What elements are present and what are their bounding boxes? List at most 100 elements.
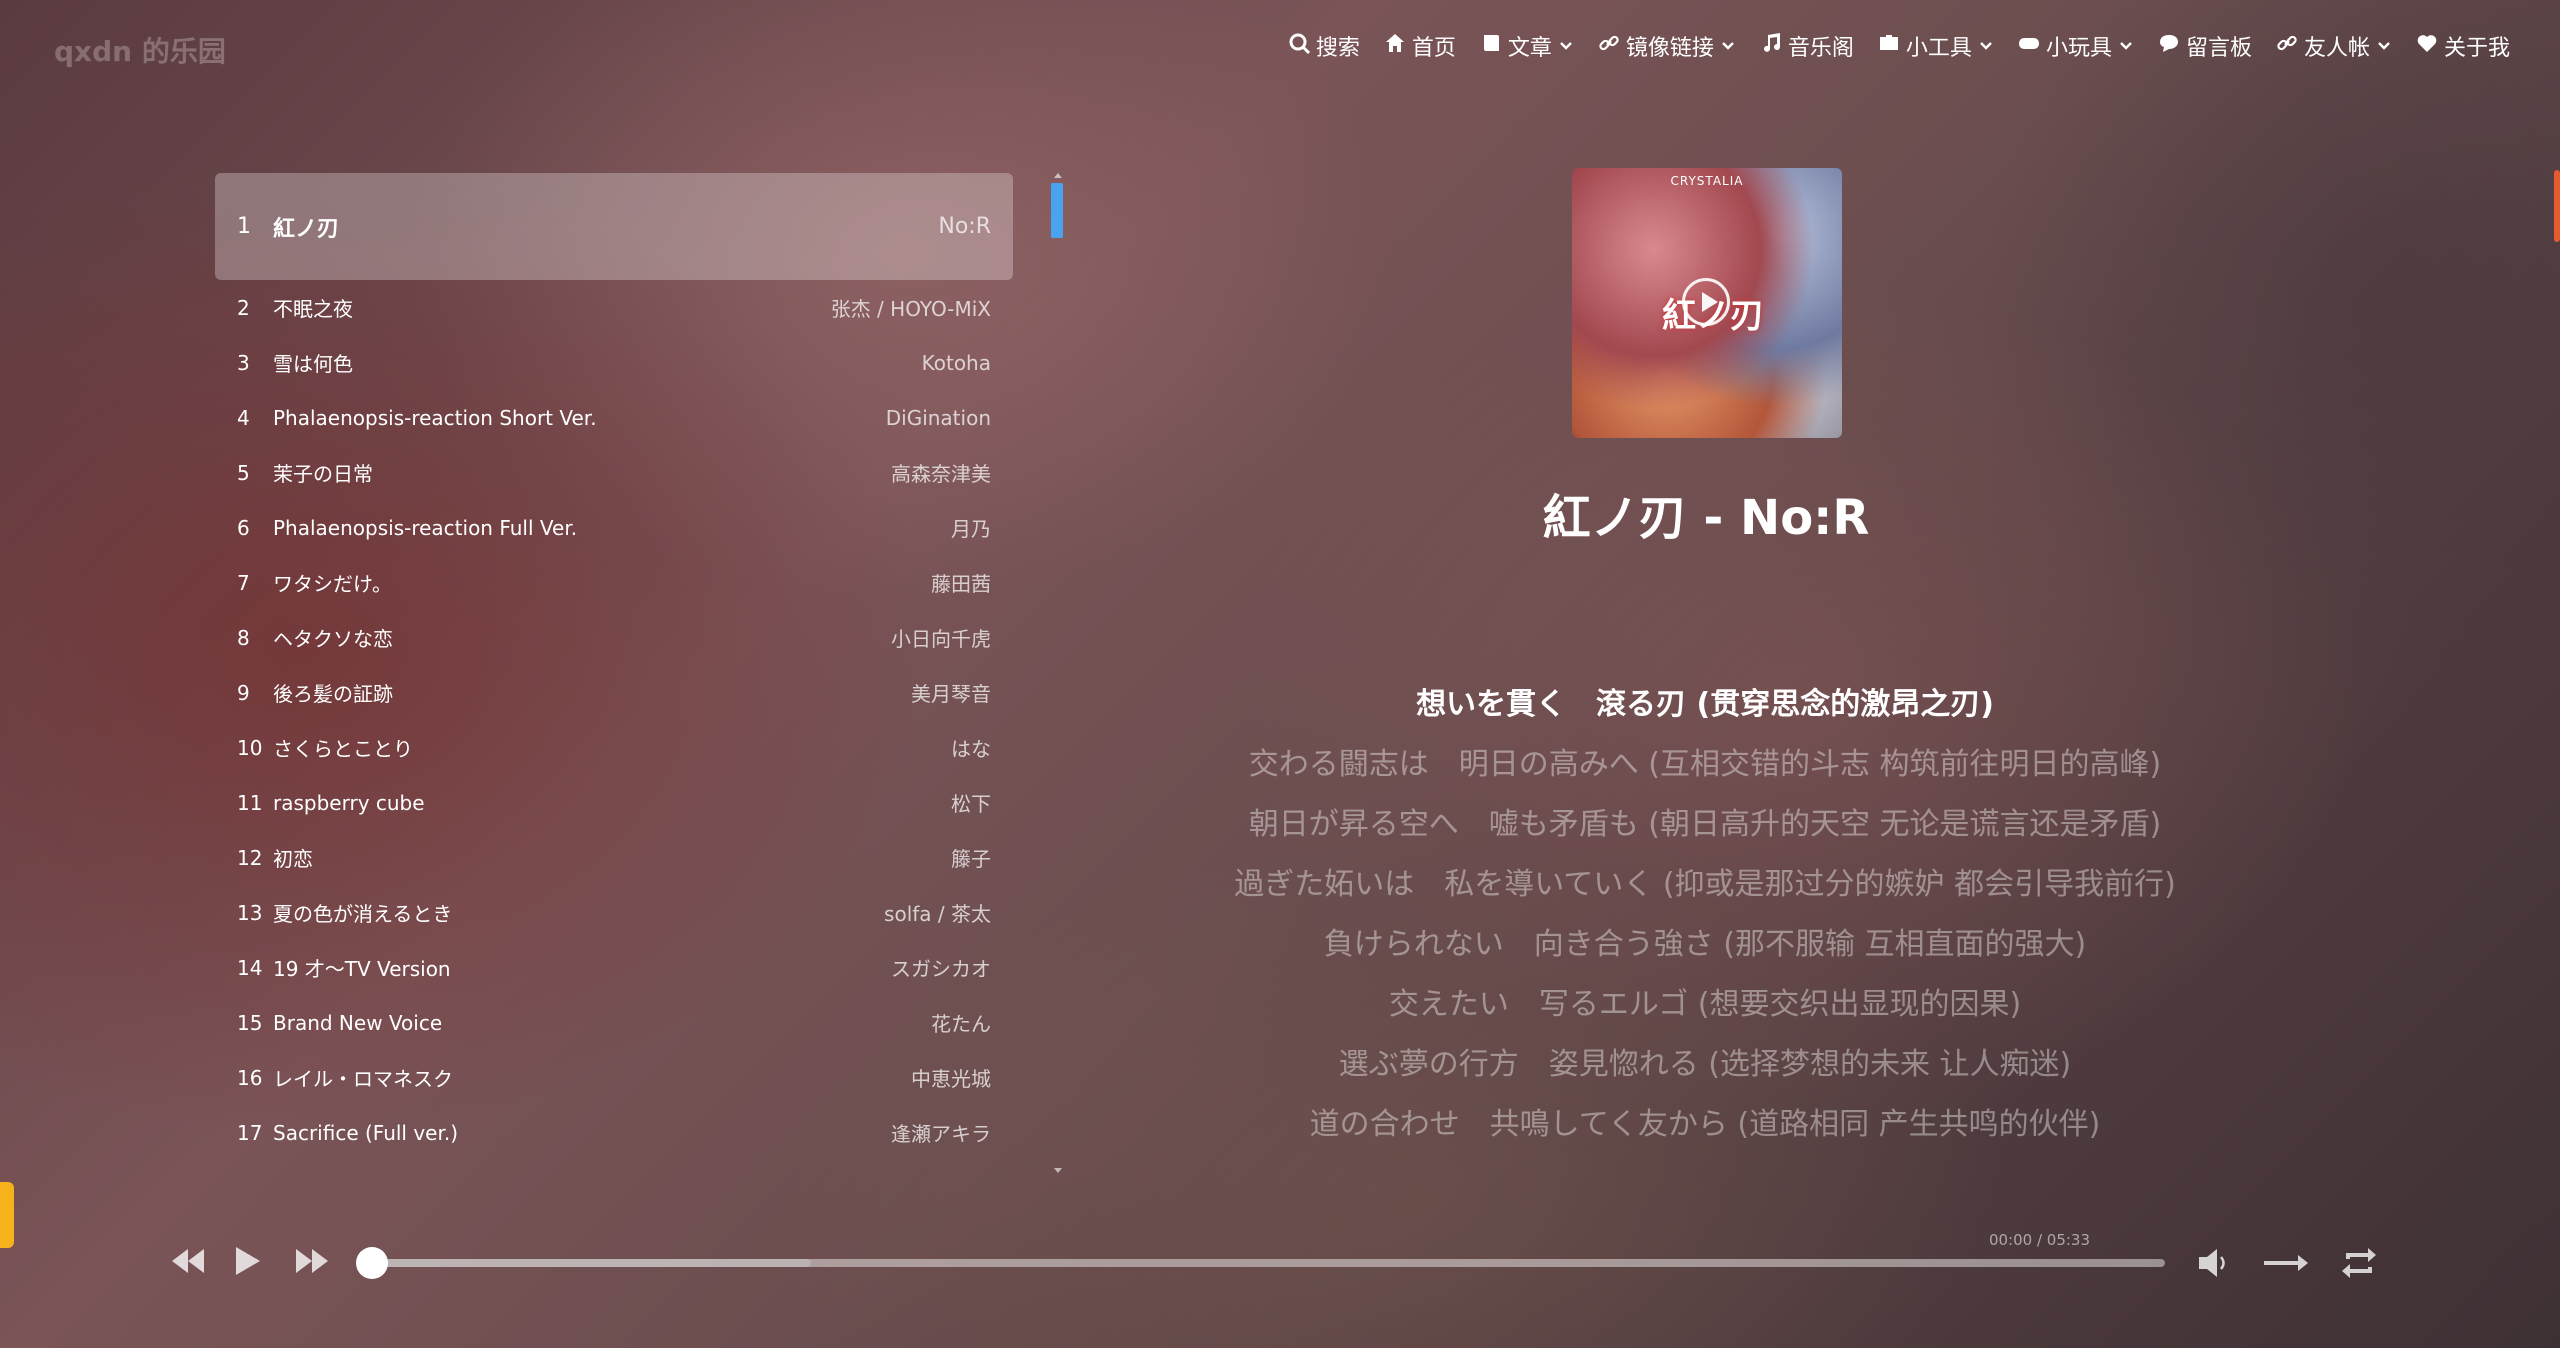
previous-button[interactable] [170,1245,206,1281]
track-artist: 藤田茜 [931,572,991,596]
track-artist: solfa / 茶太 [884,902,991,926]
track-index: 16 [237,1065,263,1090]
track-index: 11 [237,790,263,815]
track-title: 茉子の日常 [273,462,373,486]
nav-item[interactable]: 音乐阁 [1760,30,1854,62]
playlist-row[interactable]: 3 雪は何色 Kotoha [215,335,1013,390]
nav-item-label: 文章 [1507,36,1552,61]
track-title: 初恋 [273,847,313,871]
nav-item[interactable]: 友人帐 [2276,30,2392,62]
chevron-down-icon [1978,34,1994,59]
track-artist: はな [951,737,991,761]
track-index: 15 [237,1010,263,1035]
track-index: 5 [237,460,250,485]
track-index: 17 [237,1120,263,1145]
track-title: 雪は何色 [273,352,353,376]
track-artist: 小日向千虎 [891,627,991,651]
link-icon [2276,32,2298,60]
track-title: Sacrifice (Full ver.) [273,1120,459,1145]
play-order-button[interactable] [2262,1245,2310,1285]
current-lyric-line: 想いを貫く 滾る刃 (贯穿思念的激昂之刃) [1416,687,1994,722]
lyric-line: 過ぎた妬いは 私を導いていく (抑或是那过分的嫉妒 都会引导我前行) [1234,867,2176,902]
nav-item-label: 音乐阁 [1787,36,1854,61]
gamepad-icon [2018,32,2040,60]
playlist-row[interactable]: 14 19 才～TV Version スガシカオ [215,940,1013,995]
track-artist: 高森奈津美 [891,462,991,486]
cover-play-icon[interactable] [1682,278,1730,326]
nav-item[interactable]: 留言板 [2158,30,2252,62]
playlist-row[interactable]: 8 ヘタクソな恋 小日向千虎 [215,610,1013,665]
playlist-row[interactable]: 17 Sacrifice (Full ver.) 逢瀬アキラ [215,1105,1013,1160]
scroll-up-arrow[interactable] [1054,173,1062,178]
track-title: レイル・ロマネスク [273,1067,453,1091]
playlist-row[interactable]: 2 不眠之夜 张杰 / HOYO-MiX [215,280,1013,335]
playlist: 1 紅ノ刃 No:R 2 不眠之夜 张杰 / HOYO-MiX 3 雪は何色 Kotoha 4 Ph… [215,173,1013,1173]
page-scrollbar[interactable] [2554,170,2560,242]
play-button[interactable] [234,1245,262,1281]
rewind-icon [170,1249,206,1281]
track-artist: 张杰 / HOYO-MiX [830,297,991,321]
playlist-row[interactable]: 15 Brand New Voice 花たん [215,995,1013,1050]
playlist-row[interactable]: 7 ワタシだけ。 藤田茜 [215,555,1013,610]
track-title: raspberry cube [273,790,425,815]
track-index: 1 [237,214,251,239]
nav-item[interactable]: 关于我 [2416,30,2510,62]
loop-button[interactable] [2340,1245,2378,1285]
progress-bar[interactable] [356,1247,2165,1279]
track-artist: No:R [938,214,991,239]
playlist-row[interactable]: 9 後ろ髪の証跡 美月琴音 [215,665,1013,720]
music-icon [1760,32,1782,60]
playlist-row[interactable]: 1 紅ノ刃 No:R [215,173,1013,280]
track-index: 7 [237,570,250,595]
chevron-down-icon [1558,34,1574,59]
nav-item-label: 友人帐 [2303,36,2370,61]
play-icon [234,1247,262,1281]
nav-item-label: 留言板 [2185,36,2252,61]
playlist-row[interactable]: 10 さくらとことり はな [215,720,1013,775]
nav-item[interactable]: 文章 [1480,30,1574,62]
heart-icon [2416,32,2438,60]
playlist-row[interactable]: 11 raspberry cube 松下 [215,775,1013,830]
nav-item[interactable]: 小玩具 [2018,30,2134,62]
next-button[interactable] [294,1245,330,1281]
nav-item[interactable]: 搜索 [1288,30,1360,62]
nav-item-label: 小玩具 [2045,36,2112,61]
track-title: Brand New Voice [273,1010,443,1035]
playlist-row[interactable]: 5 茉子の日常 高森奈津美 [215,445,1013,500]
track-artist: 花たん [931,1012,991,1036]
track-title: 19 才～TV Version [273,957,451,981]
album-cover[interactable]: CRYSTALIA 紅ノ刃 [1572,168,1842,438]
playlist-row[interactable]: 13 夏の色が消えるとき solfa / 茶太 [215,885,1013,940]
track-title: Phalaenopsis-reaction Short Ver. [273,405,597,430]
site-title[interactable]: qxdn 的乐园 [54,30,226,70]
lyric-line: 朝日が昇る空へ 嘘も矛盾も (朝日高升的天空 无论是谎言还是矛盾) [1248,807,2162,842]
chevron-down-icon [2118,34,2134,59]
playlist-row[interactable]: 12 初恋 籐子 [215,830,1013,885]
volume-button[interactable] [2195,1245,2231,1285]
repeat-icon [2340,1248,2378,1285]
playlist-row[interactable]: 6 Phalaenopsis-reaction Full Ver. 月乃 [215,500,1013,555]
scroll-thumb[interactable] [1051,183,1063,238]
playlist-scrollbar[interactable] [1051,173,1065,1173]
progress-knob[interactable] [356,1247,388,1279]
playlist-row[interactable]: 4 Phalaenopsis-reaction Short Ver. DiGinat… [215,390,1013,445]
nav-item[interactable]: 小工具 [1878,30,1994,62]
buffer-bar [372,1259,812,1267]
side-tab[interactable] [0,1182,14,1248]
lyric-line: 交えたい 写るエルゴ (想要交织出显现的因果) [1388,987,2022,1022]
track-index: 14 [237,955,263,980]
track-title: 夏の色が消えるとき [273,902,453,926]
nav-item[interactable]: 镜像链接 [1598,30,1736,62]
playlist-row[interactable]: 16 レイル・ロマネスク 中恵光城 [215,1050,1013,1105]
chevron-down-icon [1720,34,1736,59]
volume-icon [2195,1249,2231,1285]
lyric-line: 道の合わせ 共鳴してく友から (道路相同 产生共鸣的伙伴) [1309,1107,2101,1142]
now-playing-title: 紅ノ刃 - No:R [1542,490,1870,546]
scroll-down-arrow[interactable] [1054,1168,1062,1173]
nav-item[interactable]: 首页 [1384,30,1456,62]
nav-item-label: 首页 [1411,36,1456,61]
home-icon [1384,32,1406,60]
track-artist: 中恵光城 [911,1067,991,1091]
nav-item-label: 镜像链接 [1625,36,1714,61]
track-artist: DiGination [885,405,991,430]
